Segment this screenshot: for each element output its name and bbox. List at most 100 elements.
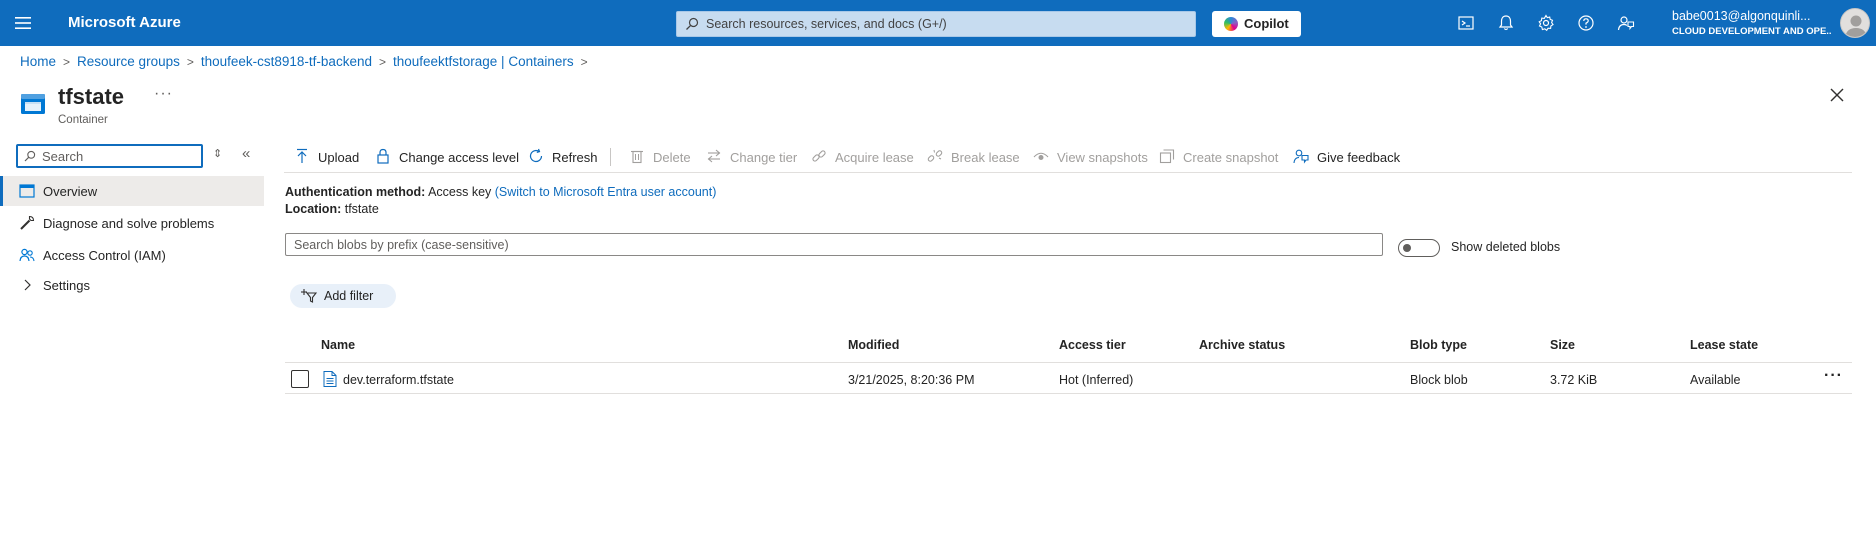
blob-access-tier: Hot (Inferred) [1059, 373, 1134, 387]
sidebar-item-diagnose[interactable]: Diagnose and solve problems [0, 208, 264, 238]
global-search-placeholder: Search resources, services, and docs (G+… [706, 17, 947, 31]
people-icon [19, 248, 35, 262]
eye-icon [1033, 152, 1049, 160]
refresh-icon [529, 148, 543, 163]
breadcrumb-resource-groups[interactable]: Resource groups [77, 54, 180, 69]
sidebar-item-overview[interactable]: Overview [0, 176, 264, 206]
page-title: tfstate [58, 84, 125, 109]
breadcrumb-resource-group[interactable]: thoufeek-cst8918-tf-backend [201, 54, 372, 69]
cloud-shell-icon[interactable] [1456, 13, 1476, 33]
sidebar-item-label: Diagnose and solve problems [43, 216, 215, 231]
toolbar-divider-line [284, 172, 1852, 173]
wrench-icon [20, 215, 35, 230]
gear-icon[interactable] [1536, 13, 1556, 33]
table-row[interactable]: dev.terraform.tfstate 3/21/2025, 8:20:36… [285, 364, 1852, 394]
location-label: Location: [285, 202, 342, 216]
copilot-button[interactable]: Copilot [1212, 11, 1301, 37]
breadcrumb-separator: > [186, 55, 194, 69]
switch-to-entra-link[interactable]: (Switch to Microsoft Entra user account) [495, 185, 717, 199]
breadcrumb-separator: > [63, 55, 71, 69]
sidebar-item-settings[interactable]: Settings [0, 270, 264, 300]
blob-name-link[interactable]: dev.terraform.tfstate [343, 373, 454, 387]
expand-collapse-all-icon[interactable]: ⇕ [213, 147, 222, 160]
command-bar: Upload Change access level Refresh Delet… [284, 142, 1852, 172]
show-deleted-blobs-label: Show deleted blobs [1451, 240, 1561, 254]
table-header-divider [285, 362, 1852, 363]
close-icon[interactable] [1828, 86, 1846, 104]
global-search-input[interactable]: Search resources, services, and docs (G+… [676, 11, 1196, 37]
column-header-name[interactable]: Name [321, 338, 355, 352]
copilot-icon [1224, 17, 1238, 31]
copilot-label: Copilot [1244, 16, 1289, 31]
blob-type: Block blob [1410, 373, 1468, 387]
create-snapshot-label: Create snapshot [1183, 150, 1279, 165]
location: Location: tfstate [285, 202, 379, 216]
broken-link-icon [927, 149, 943, 162]
trash-icon [631, 150, 643, 164]
change-access-level-label: Change access level [399, 150, 519, 165]
location-value: tfstate [344, 202, 379, 216]
add-filter-label: Add filter [324, 289, 374, 303]
view-snapshots-label: View snapshots [1057, 150, 1148, 165]
upload-icon [297, 148, 307, 163]
break-lease-label: Break lease [951, 150, 1020, 165]
sidebar-item-label: Access Control (IAM) [43, 248, 166, 263]
column-header-access-tier[interactable]: Access tier [1059, 338, 1126, 352]
search-icon [686, 17, 699, 30]
breadcrumb-separator: > [378, 55, 386, 69]
account-menu[interactable]: babe0013@algonquinli... CLOUD DEVELOPMEN… [1672, 9, 1832, 37]
bell-icon[interactable] [1496, 13, 1516, 33]
blob-prefix-search-input[interactable]: Search blobs by prefix (case-sensitive) [285, 233, 1383, 256]
help-icon[interactable] [1576, 13, 1596, 33]
container-icon [21, 94, 45, 114]
snapshot-icon [1159, 149, 1175, 164]
breadcrumb: Home > Resource groups > thoufeek-cst8918-tf… [20, 54, 595, 69]
column-header-modified[interactable]: Modified [848, 338, 899, 352]
add-filter-button[interactable]: Add filter [290, 284, 396, 308]
overview-icon [19, 184, 35, 198]
breadcrumb-storage-containers[interactable]: thoufeektfstorage | Containers [393, 54, 574, 69]
sidebar-item-label: Overview [43, 184, 98, 199]
brand-title[interactable]: Microsoft Azure [68, 14, 181, 31]
sidebar-item-label: Settings [43, 278, 90, 293]
auth-method-value: Access key [428, 185, 492, 199]
user-email: babe0013@algonquinli... [1672, 9, 1811, 23]
avatar[interactable] [1840, 8, 1870, 38]
lock-icon [377, 148, 389, 164]
acquire-lease-label: Acquire lease [835, 150, 914, 165]
column-header-lease-state[interactable]: Lease state [1690, 338, 1758, 352]
user-avatar-icon [1845, 15, 1867, 37]
swap-icon [707, 149, 721, 163]
nav-search-placeholder: Search [42, 149, 84, 164]
row-more-actions-button[interactable]: ··· [1824, 367, 1843, 385]
show-deleted-blobs-toggle[interactable] [1398, 239, 1440, 257]
file-icon [323, 371, 337, 387]
sidebar-item-access-control[interactable]: Access Control (IAM) [0, 240, 264, 270]
nav-search-input[interactable]: Search [16, 144, 203, 168]
upload-label: Upload [318, 150, 360, 165]
delete-label: Delete [653, 150, 691, 165]
add-filter-icon [301, 289, 317, 303]
column-header-archive-status[interactable]: Archive status [1199, 338, 1285, 352]
column-header-size[interactable]: Size [1550, 338, 1575, 352]
row-checkbox[interactable] [291, 370, 309, 388]
search-icon [24, 150, 36, 162]
chevron-right-icon [24, 279, 31, 291]
more-options-button[interactable]: ··· [154, 85, 173, 103]
feedback-icon[interactable] [1616, 13, 1636, 33]
collapse-sidebar-icon[interactable]: « [242, 145, 250, 162]
auth-method-label: Authentication method: [285, 185, 426, 199]
column-header-blob-type[interactable]: Blob type [1410, 338, 1467, 352]
blob-modified: 3/21/2025, 8:20:36 PM [848, 373, 975, 387]
feedback-icon [1293, 149, 1309, 164]
page-subtitle: Container [58, 114, 108, 126]
toggle-knob [1403, 244, 1411, 252]
user-organization: CLOUD DEVELOPMENT AND OPE... [1672, 26, 1832, 37]
toolbar-divider [610, 148, 611, 166]
refresh-label: Refresh [552, 150, 598, 165]
blob-size: 3.72 KiB [1550, 373, 1598, 387]
link-icon [812, 150, 826, 162]
breadcrumb-home[interactable]: Home [20, 54, 56, 69]
top-bar: Microsoft Azure Search resources, servic… [0, 0, 1876, 46]
hamburger-menu-icon[interactable] [14, 14, 32, 32]
